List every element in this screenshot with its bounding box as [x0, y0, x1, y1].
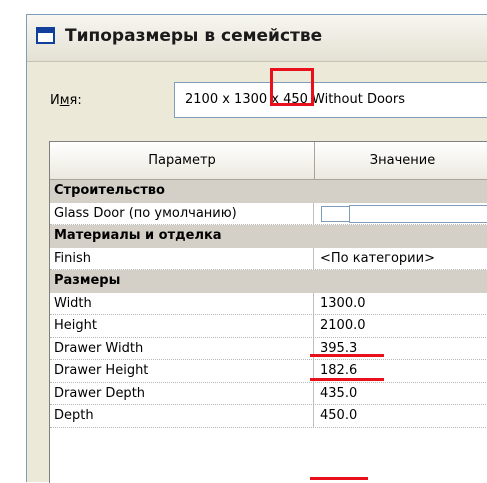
parameter-value[interactable]: 1300.0 [315, 293, 487, 315]
table-row: Drawer Width 395.3 [50, 337, 487, 360]
table-row: Drawer Height 182.6 [50, 360, 487, 383]
group-title: Размеры [54, 273, 121, 288]
table-row: Depth 450.0 [50, 405, 487, 428]
group-header-construction[interactable]: Строительство [50, 180, 487, 203]
group-title: Материалы и отделка [54, 228, 222, 243]
parameter-value[interactable]: <По категории> [315, 248, 487, 270]
checkbox-highlight-annotation [270, 68, 314, 106]
parameter-value[interactable]: 450.0 [315, 405, 487, 427]
parameter-name: Depth [50, 405, 314, 427]
width-underline-annotation [310, 354, 384, 357]
parameter-value[interactable]: 435.0 [315, 383, 487, 405]
parameter-name: Drawer Depth [50, 382, 314, 404]
table-row: Width 1300.0 [50, 292, 487, 315]
parameter-name: Drawer Height [50, 360, 314, 382]
height-underline-annotation [310, 378, 384, 381]
group-header-materials[interactable]: Материалы и отделка [50, 225, 487, 248]
name-field[interactable]: 2100 x 1300 x 450 Without Doors [174, 82, 487, 118]
table-row: Glass Door (по умолчанию) [50, 202, 487, 225]
glass-door-checkbox[interactable] [321, 205, 351, 222]
group-header-dimensions[interactable]: Размеры [50, 270, 487, 293]
parameter-value[interactable]: 2100.0 [315, 315, 487, 337]
parameter-name: Width [50, 292, 314, 314]
parameter-name: Drawer Width [50, 337, 314, 359]
column-header-parameter[interactable]: Параметр [50, 142, 315, 179]
depth-underline-annotation [310, 477, 368, 480]
grid-header: Параметр Значение [50, 142, 487, 180]
properties-grid: Параметр Значение Строительство Glass Do… [49, 141, 487, 483]
name-label: Имя: [50, 93, 82, 108]
parameter-name: Height [50, 315, 314, 337]
window-title: Типоразмеры в семействе [65, 26, 323, 46]
parameter-name: Glass Door (по умолчанию) [50, 202, 314, 224]
title-divider [27, 61, 487, 62]
window-icon [36, 27, 55, 44]
table-row: Finish <По категории> [50, 247, 487, 270]
column-header-value[interactable]: Значение [315, 142, 487, 179]
type-properties-dialog: Типоразмеры в семействе Имя: 2100 x 1300… [26, 14, 487, 483]
parameter-name: Finish [50, 247, 314, 269]
value-edit-box[interactable] [349, 204, 487, 223]
parameter-value-cell[interactable] [315, 203, 487, 225]
title-bar[interactable]: Типоразмеры в семействе [27, 15, 487, 61]
table-row: Height 2100.0 [50, 315, 487, 338]
group-title: Строительство [54, 183, 165, 198]
table-row: Drawer Depth 435.0 [50, 382, 487, 405]
